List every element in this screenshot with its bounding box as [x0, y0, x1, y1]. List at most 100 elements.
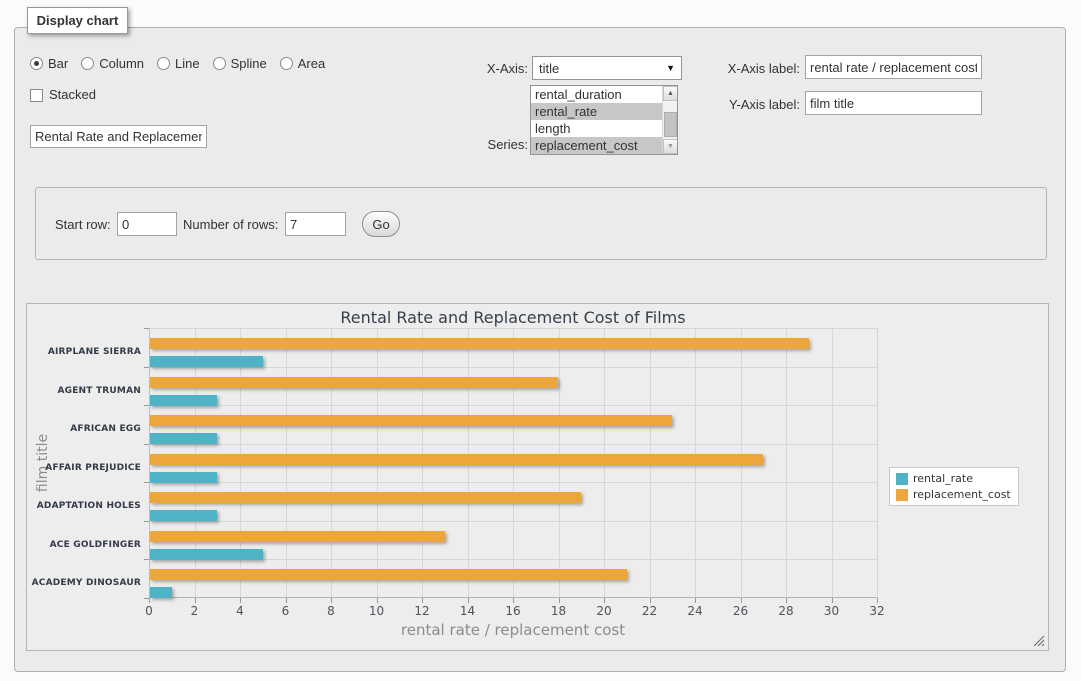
x-tick-label: 6: [271, 604, 301, 618]
x-axis-tick: [741, 598, 742, 603]
y-axis-tick: [144, 405, 149, 406]
x-axis-tick: [331, 598, 332, 603]
chart-title-input[interactable]: [30, 125, 207, 148]
legend-item-replacement_cost[interactable]: replacement_cost: [896, 488, 1011, 501]
series-option-rental_duration[interactable]: rental_duration: [531, 86, 662, 103]
chart-type-option-area[interactable]: Area: [280, 56, 325, 71]
x-axis-tick: [695, 598, 696, 603]
chart-title: Rental Rate and Replacement Cost of Film…: [149, 308, 877, 327]
x-axis-label-label: X-Axis label:: [690, 61, 800, 77]
gridline-horizontal: [149, 328, 877, 329]
page: Display chart Bar Column Line Spline Area St…: [0, 0, 1081, 681]
radio-icon[interactable]: [30, 57, 43, 70]
panel-title: Display chart: [27, 7, 128, 34]
x-axis-tick: [286, 598, 287, 603]
x-axis-tick: [786, 598, 787, 603]
y-axis-tick: [144, 482, 149, 483]
series-option-rental_rate[interactable]: rental_rate: [531, 103, 662, 120]
x-tick-label: 10: [362, 604, 392, 618]
series-option-replacement_cost[interactable]: replacement_cost: [531, 137, 662, 154]
rental_rate-bar: [150, 356, 263, 367]
chart-type-label: Line: [175, 56, 200, 71]
chart-type-option-line[interactable]: Line: [157, 56, 200, 71]
x-axis-tick: [650, 598, 651, 603]
x-axis-select[interactable]: title ▼: [532, 56, 682, 80]
x-tick-label: 4: [225, 604, 255, 618]
radio-icon[interactable]: [213, 57, 226, 70]
x-tick-label: 18: [544, 604, 574, 618]
chart-type-option-column[interactable]: Column: [81, 56, 144, 71]
x-axis-tick: [832, 598, 833, 603]
rental_rate-bar: [150, 395, 217, 406]
x-tick-label: 2: [180, 604, 210, 618]
x-axis-tick: [559, 598, 560, 603]
x-axis-label-input[interactable]: [805, 55, 982, 79]
x-tick-label: 22: [635, 604, 665, 618]
scroll-down-icon[interactable]: ▼: [663, 139, 678, 154]
x-tick-label: 20: [589, 604, 619, 618]
scroll-up-icon[interactable]: ▲: [663, 86, 678, 101]
stacked-option: Stacked: [30, 87, 96, 103]
chart-legend: rental_rate replacement_cost: [889, 467, 1019, 506]
category-label: AGENT TRUMAN: [27, 385, 141, 397]
chart-type-option-bar[interactable]: Bar: [30, 56, 68, 71]
x-axis-tick: [195, 598, 196, 603]
series-listbox[interactable]: rental_durationrental_ratelengthreplacem…: [530, 85, 678, 155]
x-axis-select-label: X-Axis:: [420, 61, 528, 77]
chart-container: Rental Rate and Replacement Cost of Film…: [26, 303, 1049, 651]
x-axis-tick: [149, 598, 150, 603]
replacement_cost-bar: [150, 492, 581, 503]
series-options: rental_durationrental_ratelengthreplacem…: [531, 86, 662, 154]
x-tick-label: 0: [134, 604, 164, 618]
y-axis-label-input[interactable]: [805, 91, 982, 115]
x-axis-tick: [422, 598, 423, 603]
x-tick-label: 14: [453, 604, 483, 618]
gridline-vertical: [832, 328, 833, 598]
gridline-horizontal: [149, 444, 877, 445]
rental_rate-bar: [150, 472, 217, 483]
replacement_cost-bar: [150, 569, 627, 580]
gridline-horizontal: [149, 405, 877, 406]
rental_rate-bar: [150, 510, 217, 521]
x-axis-title: rental rate / replacement cost: [149, 621, 877, 639]
legend-swatch-icon: [896, 473, 908, 485]
go-button[interactable]: Go: [362, 211, 400, 237]
gridline-vertical: [877, 328, 878, 598]
radio-icon[interactable]: [157, 57, 170, 70]
number-of-rows-input[interactable]: [285, 212, 346, 236]
listbox-scrollbar[interactable]: ▲ ▼: [662, 86, 677, 154]
chart-type-label: Spline: [231, 56, 267, 71]
chart-type-radio-group: Bar Column Line Spline Area: [30, 55, 325, 71]
replacement_cost-bar: [150, 377, 558, 388]
x-tick-label: 28: [771, 604, 801, 618]
legend-item-rental_rate[interactable]: rental_rate: [896, 472, 1011, 485]
x-tick-label: 12: [407, 604, 437, 618]
chart-type-option-spline[interactable]: Spline: [213, 56, 267, 71]
x-axis-tick: [377, 598, 378, 603]
y-axis-tick: [144, 367, 149, 368]
category-label: ADAPTATION HOLES: [27, 500, 141, 512]
chart-type-label: Bar: [48, 56, 68, 71]
resize-handle-icon[interactable]: [1033, 635, 1045, 647]
rental_rate-bar: [150, 433, 217, 444]
category-label: ACE GOLDFINGER: [27, 539, 141, 551]
number-of-rows-label: Number of rows:: [183, 217, 278, 233]
rental_rate-bar: [150, 549, 263, 560]
chevron-down-icon: ▼: [666, 63, 675, 73]
radio-icon[interactable]: [81, 57, 94, 70]
x-axis-select-value: title: [539, 61, 559, 76]
stacked-label: Stacked: [49, 87, 96, 103]
x-axis-tick: [877, 598, 878, 603]
gridline-horizontal: [149, 521, 877, 522]
start-row-input[interactable]: [117, 212, 177, 236]
radio-icon[interactable]: [280, 57, 293, 70]
scrollbar-thumb[interactable]: [664, 112, 677, 137]
category-label: AFRICAN EGG: [27, 423, 141, 435]
gridline-horizontal: [149, 482, 877, 483]
x-axis-tick: [604, 598, 605, 603]
series-option-length[interactable]: length: [531, 120, 662, 137]
stacked-checkbox[interactable]: [30, 89, 43, 102]
x-tick-label: 26: [726, 604, 756, 618]
gridline-vertical: [786, 328, 787, 598]
x-tick-label: 24: [680, 604, 710, 618]
